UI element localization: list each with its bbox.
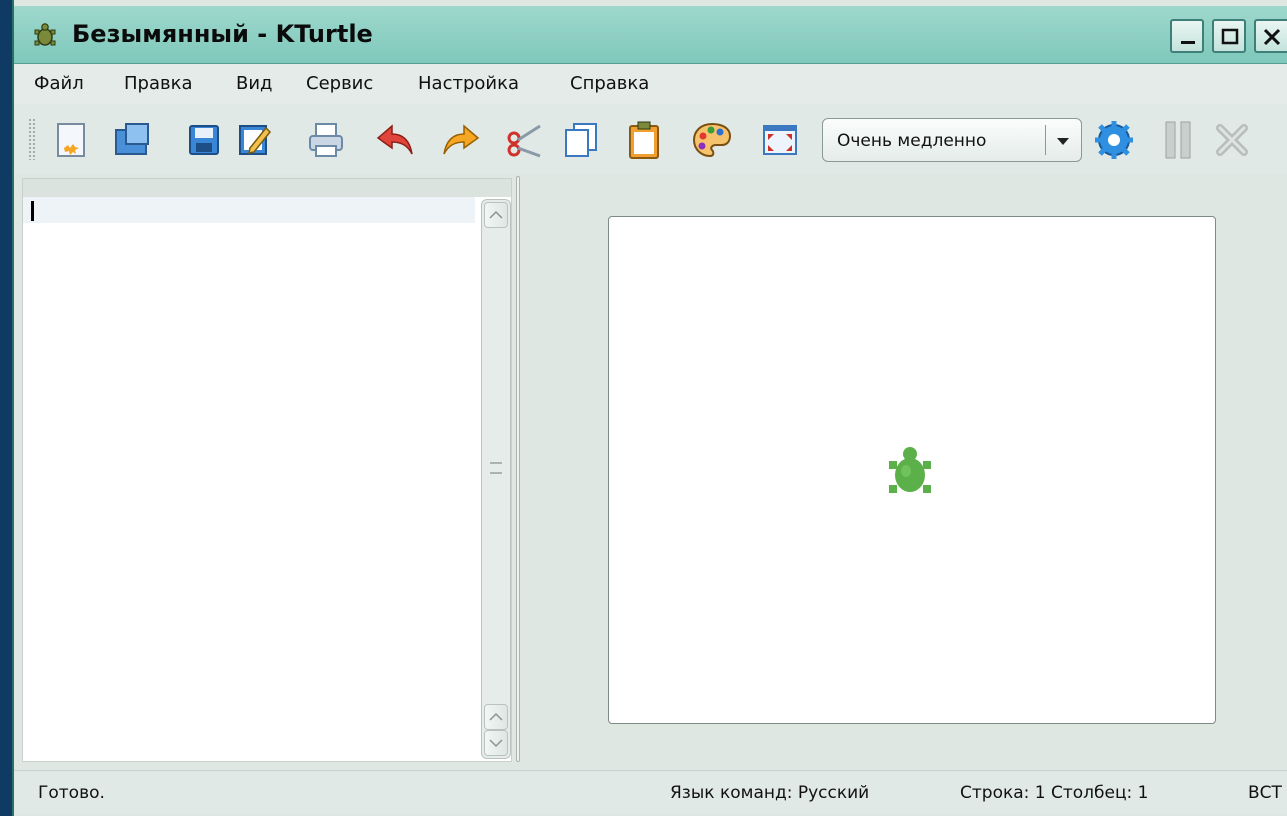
- cursor-position: Строка: 1 Столбец: 1: [960, 783, 1149, 803]
- canvas-area: [524, 174, 1287, 766]
- save-disk-icon: [189, 125, 219, 155]
- title-bar[interactable]: Безымянный - KTurtle: [14, 6, 1287, 64]
- printer-icon: [309, 123, 343, 157]
- text-cursor: [31, 201, 34, 221]
- pane-splitter[interactable]: [514, 174, 522, 764]
- copy-icon: [565, 123, 597, 157]
- close-icon: [1263, 28, 1281, 46]
- menu-tools[interactable]: Сервис: [306, 73, 373, 94]
- current-line-highlight: [23, 197, 475, 223]
- code-editor[interactable]: [22, 178, 512, 762]
- menu-file[interactable]: Файл: [34, 73, 84, 94]
- close-button[interactable]: [1254, 19, 1287, 53]
- run-button[interactable]: [1092, 118, 1136, 162]
- run-gear-icon: [1095, 121, 1133, 159]
- speed-value: Очень медленно: [837, 131, 987, 151]
- menu-edit[interactable]: Правка: [124, 73, 193, 94]
- copy-button[interactable]: [560, 118, 604, 162]
- menu-bar: Файл Правка Вид Сервис Настройка Справка: [14, 64, 1287, 104]
- main-window: Безымянный - KTurtle Файл Правка Вид Сер…: [12, 0, 1287, 816]
- minimize-button[interactable]: [1170, 19, 1204, 53]
- pause-button[interactable]: [1156, 118, 1200, 162]
- scroll-grip-icon[interactable]: [490, 462, 502, 474]
- edit-pencil-icon: [239, 125, 272, 155]
- new-file-icon: [57, 123, 85, 157]
- status-message: Готово.: [38, 783, 105, 803]
- turtle-icon: [889, 447, 931, 493]
- undo-button[interactable]: [374, 118, 418, 162]
- redo-button[interactable]: [438, 118, 482, 162]
- fullscreen-icon: [763, 125, 797, 155]
- scroll-up-button[interactable]: [484, 202, 508, 228]
- scroll-up-lower-button[interactable]: [484, 704, 508, 730]
- menu-view[interactable]: Вид: [236, 73, 273, 94]
- fullscreen-button[interactable]: [758, 118, 802, 162]
- editor-header: [23, 179, 511, 197]
- paste-button[interactable]: [622, 118, 666, 162]
- open-file-button[interactable]: [110, 118, 154, 162]
- chevron-up-icon: [489, 210, 503, 219]
- new-file-button[interactable]: [50, 118, 94, 162]
- toolbar-grip[interactable]: [28, 118, 36, 160]
- maximize-button[interactable]: [1212, 19, 1246, 53]
- turtle-app-icon: [34, 23, 56, 46]
- editor-scrollbar[interactable]: [481, 199, 511, 759]
- save-as-button[interactable]: [232, 118, 276, 162]
- status-bar: Готово. Язык команд: Русский Строка: 1 С…: [14, 770, 1287, 814]
- dropdown-separator: [1045, 125, 1046, 155]
- turtle-canvas: [608, 216, 1216, 724]
- clipboard-icon: [629, 121, 659, 159]
- color-picker-button[interactable]: [690, 118, 734, 162]
- menu-settings[interactable]: Настройка: [418, 73, 519, 94]
- pause-icon: [1165, 121, 1191, 159]
- maximize-icon: [1221, 28, 1239, 45]
- chevron-down-icon: [1057, 138, 1069, 145]
- abort-button[interactable]: [1210, 118, 1254, 162]
- palette-icon: [692, 122, 732, 158]
- speed-dropdown[interactable]: Очень медленно: [822, 118, 1082, 162]
- print-button[interactable]: [304, 118, 348, 162]
- redo-arrow-icon: [443, 124, 480, 155]
- command-language: Язык команд: Русский: [670, 783, 870, 803]
- undo-arrow-icon: [376, 124, 413, 155]
- minimize-icon: [1181, 41, 1195, 44]
- scissors-icon: [507, 124, 541, 158]
- toolbar: Очень медленно: [14, 104, 1287, 174]
- scroll-down-button[interactable]: [484, 730, 508, 756]
- save-file-button[interactable]: [182, 118, 226, 162]
- chevron-down-icon: [489, 739, 503, 748]
- menu-help[interactable]: Справка: [570, 73, 649, 94]
- open-folder-icon: [115, 123, 149, 155]
- insert-mode: ВСТ: [1248, 783, 1282, 803]
- cut-button[interactable]: [502, 118, 546, 162]
- abort-x-icon: [1216, 124, 1248, 156]
- chevron-up-icon: [489, 712, 503, 721]
- window-title: Безымянный - KTurtle: [72, 20, 373, 48]
